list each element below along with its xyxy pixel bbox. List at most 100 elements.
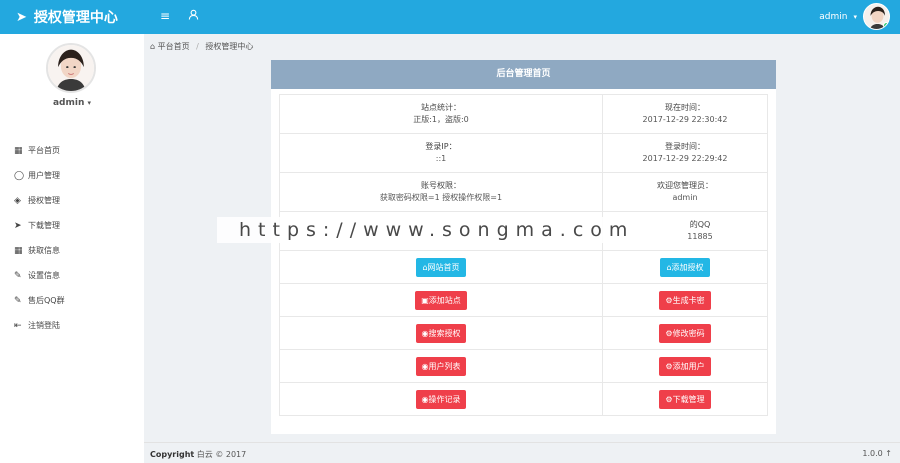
copyright: Copyright 白云 © 2017 [150,449,246,460]
cell-label: 登录时间： [665,142,705,151]
gear-icon: ⚙ [665,361,673,371]
button-label: 操作记录 [428,394,461,404]
footer: Copyright 白云 © 2017 1.0.0 ↑ [144,442,900,463]
table-cell: ◉用户列表 [279,349,603,383]
sidebar: admin ▾ ▦ 平台首页 ◯ 用户管理 ◈ 授权管理 ➤ 下载管理 ▦ 获取信息 ✎ 设… [0,34,144,463]
sidebar-item-downloads[interactable]: ➤ 下载管理 [14,213,65,238]
table-cell: ⚙生成卡密 [602,283,768,317]
caret-down-icon: ▾ [853,12,857,21]
version: 1.0.0 ↑ [862,449,892,458]
caret-down-icon: ▾ [87,99,92,107]
gear-icon: ⚙ [665,328,673,338]
breadcrumb-current: 授权管理中心 [205,42,254,51]
info-table: 站点统计： 正版:1，盗版:0 现在时间： 2017-12-29 22:30:42 … [279,94,768,416]
cell-label: 账号权限： [421,181,461,190]
sidebar-item-info[interactable]: ▦ 获取信息 [14,238,65,263]
menu-icon[interactable]: ≡ [160,9,170,23]
user-icon[interactable] [188,9,199,23]
generate-card-button[interactable]: ⚙生成卡密 [659,290,711,310]
cell-label: 登录IP： [425,142,457,151]
table-cell: ◉搜索授权 [279,316,603,350]
cell-value: 2017-12-29 22:30:42 [642,115,728,124]
panel-title: 后台管理首页 [271,60,776,89]
cell-label: 欢迎您管理员： [657,181,713,190]
button-row: ⌂网站首页 ⌂添加授权 [279,250,768,284]
user-menu[interactable]: admin ▾ [819,3,890,30]
table-row: 登录IP：::1 登录时间： 2017-12-29 22:29:42 [279,133,768,173]
sidebar-item-label: 获取信息 [28,246,60,255]
logout-icon: ⇤ [14,320,22,331]
button-row: ◉用户列表 ⚙添加用户 [279,349,768,383]
home-icon: ⌂ [150,42,156,51]
table-cell: 现在时间： 2017-12-29 22:30:42 [602,94,768,134]
sidebar-avatar [46,43,96,93]
arrow-up-icon[interactable]: ↑ [885,449,892,458]
operation-log-button[interactable]: ◉操作记录 [415,389,467,409]
table-cell: ⚙添加用户 [602,349,768,383]
sidebar-item-label: 下载管理 [28,221,60,230]
avatar[interactable] [863,3,890,30]
table-cell: ⚙下载管理 [602,382,768,416]
table-cell: ▣添加站点 [279,283,603,317]
sidebar-user-menu[interactable]: admin ▾ [0,98,144,108]
site-home-button[interactable]: ⌂网站首页 [416,257,466,277]
download-manage-button[interactable]: ⚙下载管理 [659,389,711,409]
table-cell: ⌂网站首页 [279,250,603,284]
button-label: 下载管理 [672,394,705,404]
rocket-icon: ➤ [14,220,22,231]
table-row: 账号权限： 获取密码权限=1 授权操作权限=1 欢迎您管理员： admin [279,172,768,212]
dashboard-panel: 后台管理首页 站点统计： 正版:1，盗版:0 现在时间： 2017-12-29 22… [271,60,776,434]
gear-icon: ⚙ [665,394,673,404]
sidebar-item-label: 授权管理 [28,196,60,205]
grid-icon: ▦ [14,145,23,156]
button-row: ◉操作记录 ⚙下载管理 [279,382,768,416]
cell-label: 现在时间： [665,103,705,112]
user-list-button[interactable]: ◉用户列表 [415,356,467,376]
add-user-button[interactable]: ⚙添加用户 [659,356,711,376]
button-row: ▣添加站点 ⚙生成卡密 [279,283,768,317]
add-site-button[interactable]: ▣添加站点 [415,290,467,310]
add-license-button[interactable]: ⌂添加授权 [660,257,710,277]
button-label: 搜索授权 [428,328,461,338]
sidebar-item-label: 设置信息 [28,271,60,280]
cell-value: ::1 [435,154,447,163]
top-bar: ➤ 授权管理中心 ≡ admin ▾ [0,0,900,34]
cell-value: 正版:1，盗版:0 [413,115,469,124]
brand-link[interactable]: ➤ 授权管理中心 [0,0,144,34]
table-cell: 登录IP：::1 [279,133,603,173]
sidebar-item-settings[interactable]: ✎ 设置信息 [14,263,65,288]
online-status-dot [883,22,889,29]
copyright-label: Copyright [150,450,195,459]
cell-label: 站点统计： [421,103,461,112]
table-cell: ⚙修改密码 [602,316,768,350]
breadcrumb: ⌂ 平台首页 / 授权管理中心 [150,41,253,52]
button-label: 用户列表 [428,361,461,371]
watermark-overlay: https://www.songma.com [217,217,677,243]
edit-icon: ✎ [14,270,22,281]
watermark-text: https://www.songma.com [239,219,635,241]
grid-icon: ▦ [14,245,23,256]
table-cell: ⌂添加授权 [602,250,768,284]
sidebar-item-label: 注销登陆 [28,321,60,330]
table-cell: 账号权限： 获取密码权限=1 授权操作权限=1 [279,172,603,212]
user-icon: ◯ [14,170,25,181]
change-password-button[interactable]: ⚙修改密码 [659,323,711,343]
brand-title: 授权管理中心 [33,10,118,26]
sidebar-item-home[interactable]: ▦ 平台首页 [14,138,65,163]
sidebar-user-name: admin [52,98,85,108]
cell-value: 获取密码权限=1 授权操作权限=1 [379,193,503,202]
layers-icon: ◈ [14,195,21,206]
button-label: 添加授权 [671,262,704,272]
table-cell: ◉操作记录 [279,382,603,416]
sidebar-item-qq-group[interactable]: ✎ 售后QQ群 [14,288,65,313]
sidebar-item-logout[interactable]: ⇤ 注销登陆 [14,313,65,338]
sidebar-item-label: 平台首页 [28,146,60,155]
edit-icon: ✎ [14,295,22,306]
folder-icon: ▣ [421,295,429,305]
button-row: ◉搜索授权 ⚙修改密码 [279,316,768,350]
table-row: 站点统计： 正版:1，盗版:0 现在时间： 2017-12-29 22:30:42 [279,94,768,134]
sidebar-item-licenses[interactable]: ◈ 授权管理 [14,188,65,213]
search-license-button[interactable]: ◉搜索授权 [415,323,467,343]
breadcrumb-home[interactable]: 平台首页 [158,42,190,51]
sidebar-item-users[interactable]: ◯ 用户管理 [14,163,65,188]
